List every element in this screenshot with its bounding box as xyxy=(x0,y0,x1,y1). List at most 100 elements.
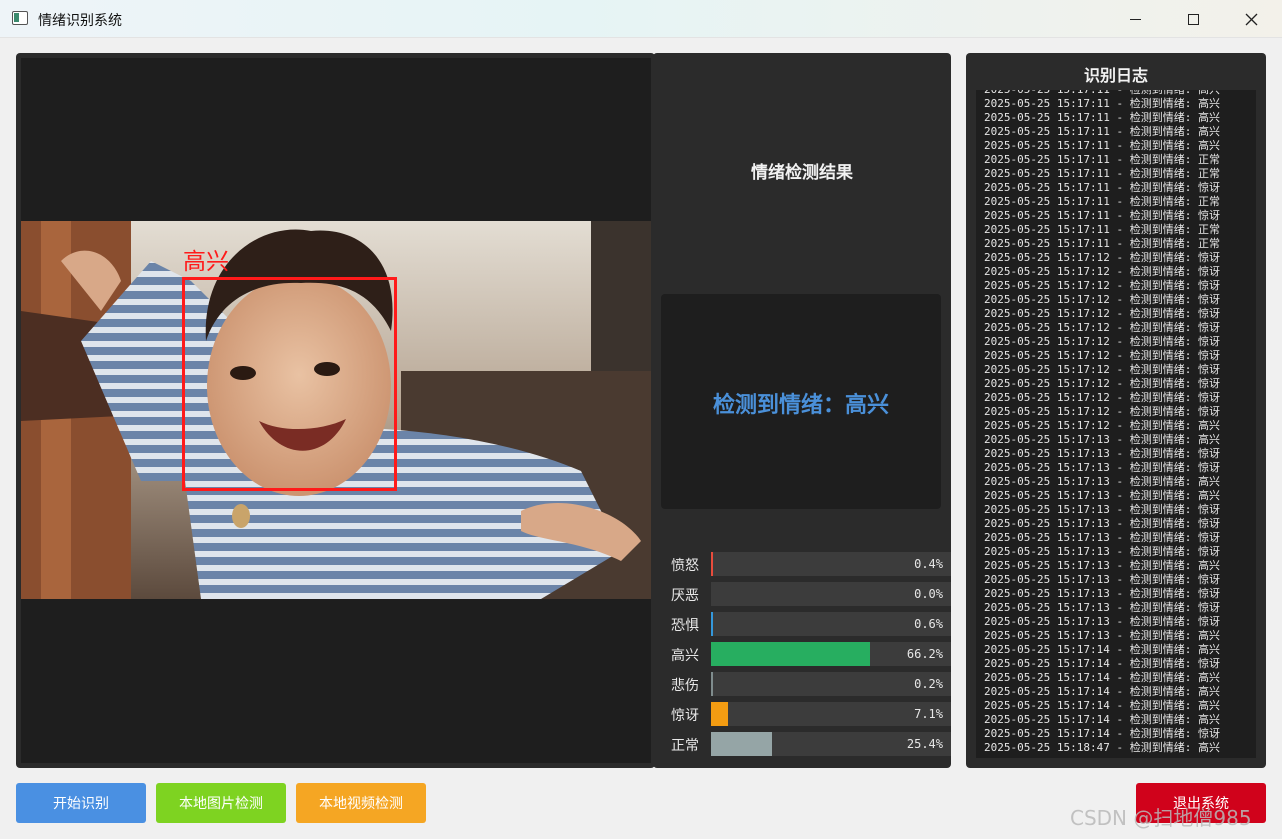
log-line: 2025-05-25 15:17:12 - 检测到情绪: 惊讶 xyxy=(984,279,1220,292)
log-line: 2025-05-25 15:17:14 - 检测到情绪: 高兴 xyxy=(984,685,1220,698)
start-recognition-button[interactable]: 开始识别 xyxy=(16,783,146,823)
emotion-progress-bar: 0.6% xyxy=(711,612,951,636)
log-line: 2025-05-25 15:17:12 - 检测到情绪: 惊讶 xyxy=(984,391,1220,404)
log-line: 2025-05-25 15:17:13 - 检测到情绪: 高兴 xyxy=(984,489,1220,502)
title-bar: 情绪识别系统 xyxy=(0,0,1282,38)
log-line: 2025-05-25 15:17:12 - 检测到情绪: 惊讶 xyxy=(984,405,1220,418)
app-icon xyxy=(12,11,28,25)
emotion-label: 正常 xyxy=(671,738,699,754)
log-line: 2025-05-25 15:17:13 - 检测到情绪: 惊讶 xyxy=(984,587,1220,600)
log-line: 2025-05-25 15:17:11 - 检测到情绪: 高兴 xyxy=(984,111,1220,124)
log-title: 识别日志 xyxy=(1083,66,1148,85)
emotion-progress-bar: 7.1% xyxy=(711,702,951,726)
close-icon xyxy=(1245,13,1257,25)
log-line: 2025-05-25 15:17:13 - 检测到情绪: 高兴 xyxy=(984,629,1220,642)
window-title: 情绪识别系统 xyxy=(38,13,122,29)
emotion-row-anger: 愤怒 0.4% xyxy=(661,552,951,576)
log-line: 2025-05-25 15:17:13 - 检测到情绪: 惊讶 xyxy=(984,615,1220,628)
log-line: 2025-05-25 15:17:11 - 检测到情绪: 惊讶 xyxy=(984,181,1220,194)
log-line: 2025-05-25 15:17:11 - 检测到情绪: 高兴 xyxy=(984,90,1254,97)
detected-emotion-text: 检测到情绪：高兴 xyxy=(712,393,889,418)
log-line: 2025-05-25 15:17:12 - 检测到情绪: 惊讶 xyxy=(984,293,1220,306)
emotion-value: 66.2% xyxy=(906,647,943,661)
emotion-row-disgust: 厌恶 0.0% xyxy=(661,582,951,606)
maximize-button[interactable] xyxy=(1164,0,1222,38)
emotion-label: 厌恶 xyxy=(671,588,699,604)
log-line: 2025-05-25 15:17:13 - 检测到情绪: 惊讶 xyxy=(984,447,1220,460)
log-line: 2025-05-25 15:17:13 - 检测到情绪: 高兴 xyxy=(984,475,1220,488)
emotion-label: 愤怒 xyxy=(671,558,699,574)
log-line: 2025-05-25 15:17:13 - 检测到情绪: 惊讶 xyxy=(984,545,1220,558)
log-line: 2025-05-25 15:17:12 - 检测到情绪: 惊讶 xyxy=(984,265,1220,278)
emotion-bar-fill xyxy=(711,702,729,726)
log-line: 2025-05-25 15:17:13 - 检测到情绪: 惊讶 xyxy=(984,517,1220,530)
face-detection-box xyxy=(182,277,397,491)
emotion-value: 0.2% xyxy=(914,677,943,691)
log-line: 2025-05-25 15:17:14 - 检测到情绪: 惊讶 xyxy=(984,727,1220,740)
log-line: 2025-05-25 15:17:11 - 检测到情绪: 正常 xyxy=(984,223,1220,236)
emotion-progress-bar: 66.2% xyxy=(711,642,951,666)
log-line: 2025-05-25 15:17:13 - 检测到情绪: 惊讶 xyxy=(984,461,1220,474)
log-line: 2025-05-25 15:17:12 - 检测到情绪: 惊讶 xyxy=(984,349,1220,362)
emotion-row-neutral: 正常 25.4% xyxy=(661,732,951,756)
emotion-progress-bar: 25.4% xyxy=(711,732,951,756)
log-line: 2025-05-25 15:17:11 - 检测到情绪: 正常 xyxy=(984,153,1220,166)
log-line: 2025-05-25 15:17:12 - 检测到情绪: 惊讶 xyxy=(984,307,1220,320)
face-emotion-label: 高兴 xyxy=(183,249,229,275)
emotion-bar-fill xyxy=(711,552,713,576)
log-line: 2025-05-25 15:17:11 - 检测到情绪: 惊讶 xyxy=(984,209,1220,222)
emotion-progress-bar: 0.2% xyxy=(711,672,951,696)
result-title: 情绪检测结果 xyxy=(751,163,853,183)
local-image-detect-button[interactable]: 本地图片检测 xyxy=(156,783,286,823)
log-list: 2025-05-25 15:17:11 - 检测到情绪: 高兴 2025-05-2… xyxy=(984,90,1254,755)
emotion-value: 0.6% xyxy=(914,617,943,631)
emotion-label: 惊讶 xyxy=(671,708,699,724)
minimize-button[interactable] xyxy=(1106,0,1164,38)
log-line: 2025-05-25 15:17:14 - 检测到情绪: 高兴 xyxy=(984,699,1220,712)
log-line: 2025-05-25 15:17:11 - 检测到情绪: 正常 xyxy=(984,195,1220,208)
emotion-label: 恐惧 xyxy=(671,618,699,634)
minimize-icon xyxy=(1129,18,1141,20)
log-line: 2025-05-25 15:17:12 - 检测到情绪: 惊讶 xyxy=(984,377,1220,390)
log-text-area[interactable]: 2025-05-25 15:17:11 - 检测到情绪: 高兴 2025-05-2… xyxy=(976,90,1256,758)
emotion-value: 25.4% xyxy=(906,737,943,751)
close-button[interactable] xyxy=(1222,0,1280,38)
emotion-row-fear: 恐惧 0.6% xyxy=(661,612,951,636)
emotion-progress-bar: 0.4% xyxy=(711,552,951,576)
log-line: 2025-05-25 15:17:13 - 检测到情绪: 惊讶 xyxy=(984,531,1220,544)
log-line: 2025-05-25 15:17:11 - 检测到情绪: 高兴 xyxy=(984,125,1220,138)
watermark: CSDN @扫地僧985 xyxy=(1070,806,1252,830)
emotion-bar-fill xyxy=(711,732,772,756)
log-line: 2025-05-25 15:17:11 - 检测到情绪: 高兴 xyxy=(984,139,1220,152)
maximize-icon xyxy=(1187,13,1199,25)
emotion-bar-fill xyxy=(711,672,713,696)
log-line: 2025-05-25 15:17:13 - 检测到情绪: 高兴 xyxy=(984,433,1220,446)
log-line: 2025-05-25 15:17:11 - 检测到情绪: 高兴 xyxy=(984,97,1220,110)
emotion-bar-fill xyxy=(711,612,713,636)
log-line: 2025-05-25 15:17:12 - 检测到情绪: 惊讶 xyxy=(984,335,1220,348)
log-line: 2025-05-25 15:17:14 - 检测到情绪: 高兴 xyxy=(984,671,1220,684)
log-line: 2025-05-25 15:18:47 - 检测到情绪: 高兴 xyxy=(984,741,1220,754)
log-line: 2025-05-25 15:17:14 - 检测到情绪: 惊讶 xyxy=(984,657,1220,670)
log-line: 2025-05-25 15:17:12 - 检测到情绪: 惊讶 xyxy=(984,251,1220,264)
emotion-row-happy: 高兴 66.2% xyxy=(661,642,951,666)
log-line: 2025-05-25 15:17:11 - 检测到情绪: 正常 xyxy=(984,167,1220,180)
emotion-label: 高兴 xyxy=(671,648,699,664)
log-line: 2025-05-25 15:17:13 - 检测到情绪: 惊讶 xyxy=(984,503,1220,516)
log-line: 2025-05-25 15:17:14 - 检测到情绪: 高兴 xyxy=(984,643,1220,656)
log-line: 2025-05-25 15:17:12 - 检测到情绪: 惊讶 xyxy=(984,321,1220,334)
local-video-detect-button[interactable]: 本地视频检测 xyxy=(296,783,426,823)
emotion-bar-fill xyxy=(711,642,870,666)
log-line: 2025-05-25 15:17:14 - 检测到情绪: 高兴 xyxy=(984,713,1220,726)
emotion-label: 悲伤 xyxy=(671,678,699,694)
log-line: 2025-05-25 15:17:12 - 检测到情绪: 惊讶 xyxy=(984,363,1220,376)
emotion-value: 7.1% xyxy=(914,707,943,721)
log-line: 2025-05-25 15:17:11 - 检测到情绪: 正常 xyxy=(984,237,1220,250)
log-line: 2025-05-25 15:17:13 - 检测到情绪: 惊讶 xyxy=(984,573,1220,586)
log-line: 2025-05-25 15:17:13 - 检测到情绪: 高兴 xyxy=(984,559,1220,572)
emotion-row-sad: 悲伤 0.2% xyxy=(661,672,951,696)
emotion-progress-bar: 0.0% xyxy=(711,582,951,606)
emotion-value: 0.0% xyxy=(914,587,943,601)
log-line: 2025-05-25 15:17:12 - 检测到情绪: 高兴 xyxy=(984,419,1220,432)
emotion-row-surprise: 惊讶 7.1% xyxy=(661,702,951,726)
